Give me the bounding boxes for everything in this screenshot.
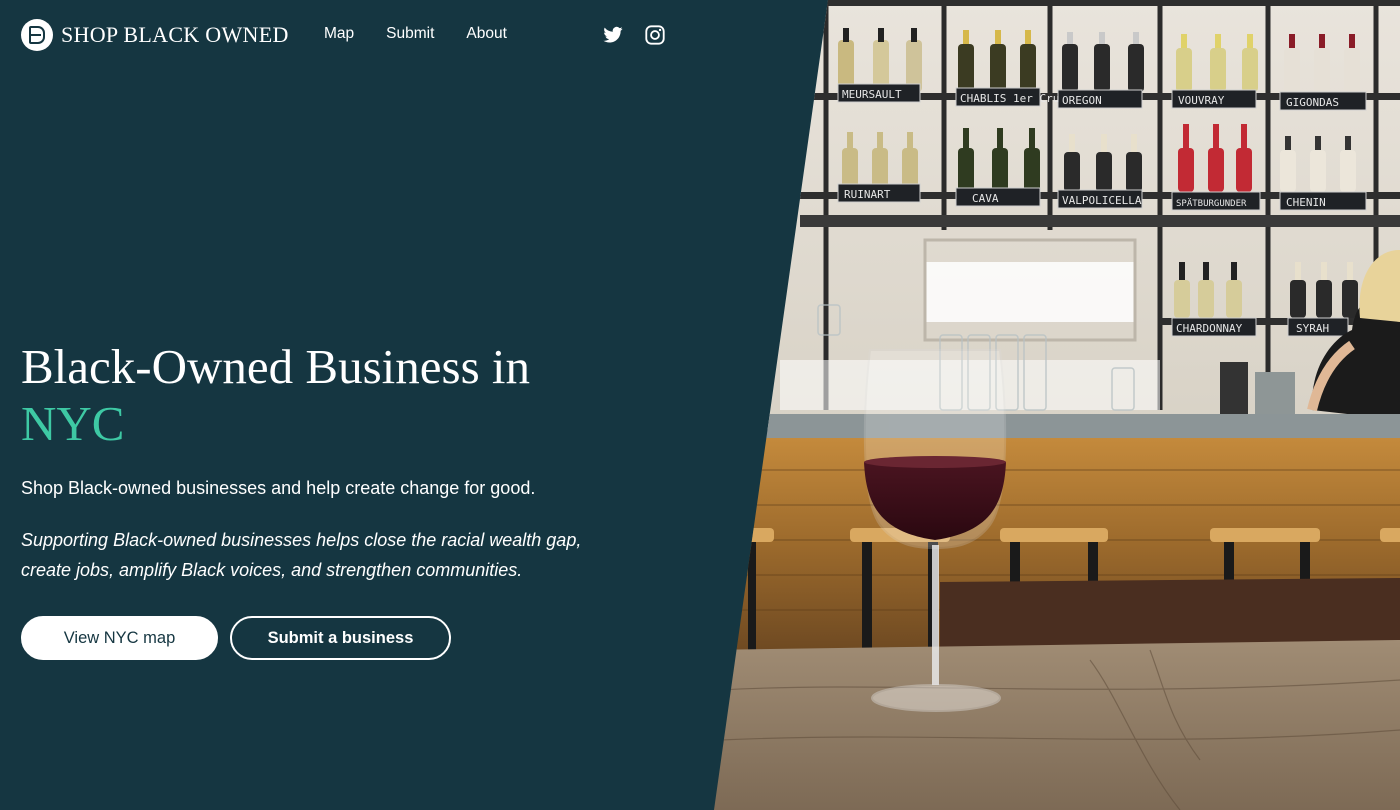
twitter-icon[interactable] [602, 24, 624, 46]
hero-city: NYC [21, 396, 125, 451]
shelf-label: CHARDONNAY [1176, 322, 1243, 335]
shelf-label: VOUVRAY [1178, 94, 1225, 107]
shelf-label: CAVA [972, 192, 999, 205]
shelf-label: SYRAH [1296, 322, 1329, 335]
shelf-label: RUINART [844, 188, 891, 201]
brand-name: Shop Black Owned [61, 22, 289, 47]
shelf-label: CHABLIS 1er Cru [960, 92, 1059, 105]
shelf-label: GIGONDAS [1286, 96, 1339, 109]
view-map-button[interactable]: View NYC map [21, 616, 218, 660]
social-links [602, 24, 686, 46]
nav-item-about[interactable]: About [466, 25, 507, 43]
shelf-label: SPÄTBURGUNDER [1176, 198, 1247, 209]
nav-item-map[interactable]: Map [324, 25, 354, 43]
hero-title: Black-Owned Business in NYC [21, 338, 641, 452]
main-nav: Map Submit About [324, 25, 539, 43]
shelf-label: MEURSAULT [842, 88, 902, 101]
site-header: Shop Black Owned Map Submit About [0, 0, 720, 70]
hero-subtext: Supporting Black-owned businesses helps … [21, 530, 582, 580]
logo-link[interactable]: Shop Black Owned [21, 19, 289, 51]
nav-item-submit[interactable]: Submit [386, 25, 434, 43]
b-monogram-icon [21, 19, 53, 51]
shelf-label: CHENIN [1286, 196, 1326, 209]
hero-lead: Shop Black-owned businesses and help cre… [21, 478, 536, 498]
instagram-icon[interactable] [644, 24, 666, 46]
shelf-label: OREGON [1062, 94, 1102, 107]
hero-title-text: Black-Owned Business in [21, 339, 530, 394]
submit-business-button[interactable]: Submit a business [230, 616, 451, 660]
shelf-label: VALPOLICELLA [1062, 194, 1142, 207]
